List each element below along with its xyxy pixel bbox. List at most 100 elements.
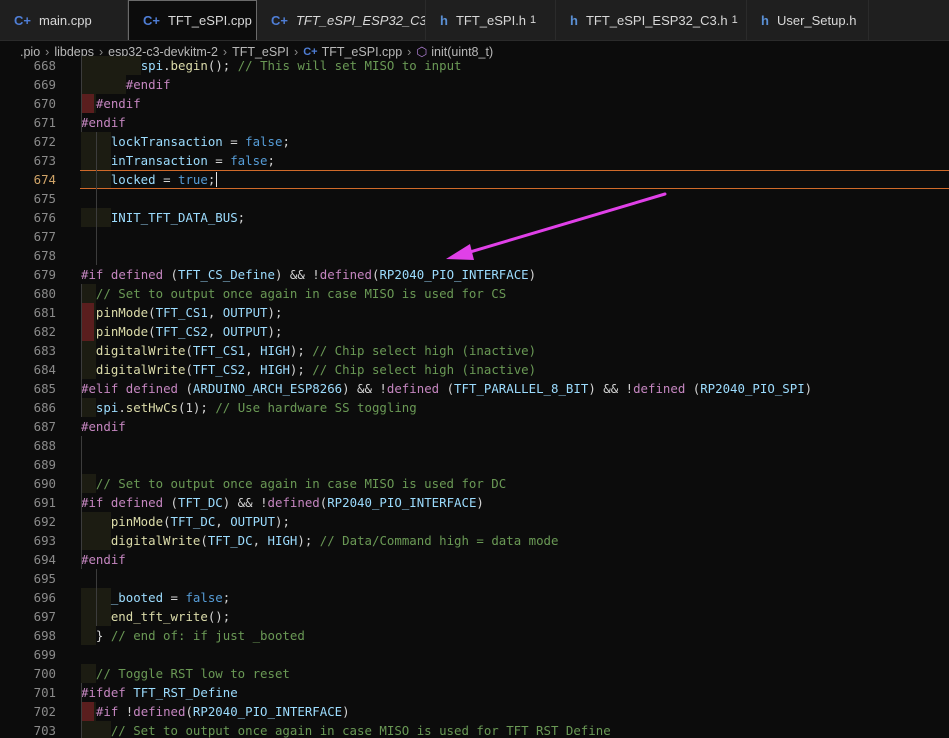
code-line[interactable]: 670 #endif [0, 94, 949, 113]
code-line[interactable]: 671 #endif [0, 113, 949, 132]
code-line[interactable]: 668 spi.begin(); // This will set MISO t… [0, 56, 949, 75]
code-line[interactable]: 695 [0, 569, 949, 588]
line-number: 678 [33, 248, 56, 263]
line-number: 680 [33, 286, 56, 301]
code-text: #ifdef TFT_RST_Define [81, 685, 238, 700]
tab-tft-espi-esp32-c3-h[interactable]: h TFT_eSPI_ESP32_C3.h 1 [556, 0, 747, 40]
indent-guide [96, 569, 97, 626]
line-number: 670 [33, 96, 56, 111]
code-line[interactable]: 691 #if defined (TFT_DC) && !defined(RP20… [0, 493, 949, 512]
bracket-marker [82, 303, 94, 322]
line-number: 690 [33, 476, 56, 491]
code-text: inTransaction = false; [110, 153, 275, 168]
tab-user-setup-h[interactable]: h User_Setup.h [747, 0, 869, 40]
code-line[interactable]: 692 pinMode(TFT_DC, OUTPUT); [0, 512, 949, 531]
problem-count-badge: 1 [731, 14, 738, 26]
code-line[interactable]: 677 [0, 227, 949, 246]
code-line[interactable]: 703 // Set to output once again in case … [0, 721, 949, 738]
code-text: lockTransaction = false; [110, 134, 290, 149]
code-text: locked = true; [110, 172, 216, 187]
code-line[interactable]: 681 pinMode(TFT_CS1, OUTPUT); [0, 303, 949, 322]
line-number: 701 [33, 685, 56, 700]
code-text: spi.setHwCs(1); // Use hardware SS toggl… [95, 400, 417, 415]
line-number: 683 [33, 343, 56, 358]
line-number: 673 [33, 153, 56, 168]
code-line[interactable]: 686 spi.setHwCs(1); // Use hardware SS t… [0, 398, 949, 417]
line-number: 677 [33, 229, 56, 244]
problem-count-badge: 1 [530, 14, 537, 26]
code-line[interactable]: 687 #endif [0, 417, 949, 436]
code-text: digitalWrite(TFT_CS1, HIGH); // Chip sel… [95, 343, 537, 358]
code-line[interactable]: 700 // Toggle RST low to reset [0, 664, 949, 683]
code-line[interactable]: 673 inTransaction = false; [0, 151, 949, 170]
header-file-icon: h [440, 12, 448, 28]
bracket-marker [82, 702, 94, 721]
cpp-file-icon: C+ [14, 12, 31, 28]
tab-label: TFT_eSPI_ESP32_C3.h [585, 12, 728, 28]
cpp-file-icon: C+ [271, 12, 288, 28]
line-number: 694 [33, 552, 56, 567]
line-number: 689 [33, 457, 56, 472]
code-line[interactable]: 669 #endif [0, 75, 949, 94]
line-number: 697 [33, 609, 56, 624]
code-line[interactable]: 682 pinMode(TFT_CS2, OUTPUT); [0, 322, 949, 341]
code-text: pinMode(TFT_CS2, OUTPUT); [95, 324, 283, 339]
code-text: // Set to output once again in case MISO… [110, 723, 611, 738]
code-line[interactable]: 694 #endif [0, 550, 949, 569]
line-number: 679 [33, 267, 56, 282]
code-text: #endif [81, 552, 126, 567]
code-line[interactable]: 685 #elif defined (ARDUINO_ARCH_ESP8266) … [0, 379, 949, 398]
code-line[interactable]: 676 INIT_TFT_DATA_BUS; [0, 208, 949, 227]
code-text: // Set to output once again in case MISO… [95, 286, 507, 301]
header-file-icon: h [570, 12, 578, 28]
line-number: 674 [33, 172, 56, 187]
line-number: 692 [33, 514, 56, 529]
tab-tft-espi-h[interactable]: h TFT_eSPI.h 1 [426, 0, 556, 40]
code-text: #endif [81, 115, 126, 130]
line-number: 682 [33, 324, 56, 339]
code-line[interactable]: 701 #ifdef TFT_RST_Define [0, 683, 949, 702]
code-line[interactable]: 690 // Set to output once again in case … [0, 474, 949, 493]
tab-tft-espi-cpp[interactable]: C+TFT_eSPI.cpp✕ [128, 0, 257, 40]
line-number: 702 [33, 704, 56, 719]
tab-tft-espi-esp32-c3-c[interactable]: C+ TFT_eSPI_ESP32_C3.c [257, 0, 426, 40]
cpp-file-icon: C+ [143, 13, 160, 28]
tab-label: TFT_eSPI_ESP32_C3.c [295, 12, 426, 28]
code-line[interactable]: 688 [0, 436, 949, 455]
code-editor[interactable]: 668 spi.begin(); // This will set MISO t… [0, 56, 949, 738]
line-number: 676 [33, 210, 56, 225]
code-line[interactable]: 675 [0, 189, 949, 208]
code-line[interactable]: 689 [0, 455, 949, 474]
code-text: #if !defined(RP2040_PIO_INTERFACE) [95, 704, 350, 719]
line-number: 687 [33, 419, 56, 434]
code-line[interactable]: 672 lockTransaction = false; [0, 132, 949, 151]
code-line[interactable]: 683 digitalWrite(TFT_CS1, HIGH); // Chip… [0, 341, 949, 360]
code-text: digitalWrite(TFT_CS2, HIGH); // Chip sel… [95, 362, 537, 377]
code-text: #endif [81, 419, 126, 434]
code-line[interactable]: 702 #if !defined(RP2040_PIO_INTERFACE) [0, 702, 949, 721]
line-number: 669 [33, 77, 56, 92]
bracket-marker [82, 322, 94, 341]
code-line[interactable]: 696 _booted = false; [0, 588, 949, 607]
code-line[interactable]: 698 } // end of: if just _booted [0, 626, 949, 645]
code-line[interactable]: 684 digitalWrite(TFT_CS2, HIGH); // Chip… [0, 360, 949, 379]
code-text: #elif defined (ARDUINO_ARCH_ESP8266) && … [81, 381, 813, 396]
code-line[interactable]: 697 end_tft_write(); [0, 607, 949, 626]
line-number: 686 [33, 400, 56, 415]
code-text: digitalWrite(TFT_DC, HIGH); // Data/Comm… [110, 533, 559, 548]
code-text: INIT_TFT_DATA_BUS; [110, 210, 246, 225]
header-file-icon: h [761, 12, 769, 28]
code-line[interactable]: 699 [0, 645, 949, 664]
tab-main-cpp[interactable]: C+ main.cpp [0, 0, 128, 40]
line-number: 671 [33, 115, 56, 130]
bracket-marker [82, 94, 94, 113]
line-number: 685 [33, 381, 56, 396]
tab-bar: C+main.cppC+TFT_eSPI.cpp✕C+TFT_eSPI_ESP3… [0, 0, 949, 41]
tab-label: main.cpp [38, 12, 92, 28]
line-number: 681 [33, 305, 56, 320]
code-line[interactable]: 679 #if defined (TFT_CS_Define) && !defin… [0, 265, 949, 284]
code-line[interactable]: 674 locked = true; [0, 170, 949, 189]
code-line[interactable]: 680 // Set to output once again in case … [0, 284, 949, 303]
code-line[interactable]: 693 digitalWrite(TFT_DC, HIGH); // Data/… [0, 531, 949, 550]
code-line[interactable]: 678 [0, 246, 949, 265]
